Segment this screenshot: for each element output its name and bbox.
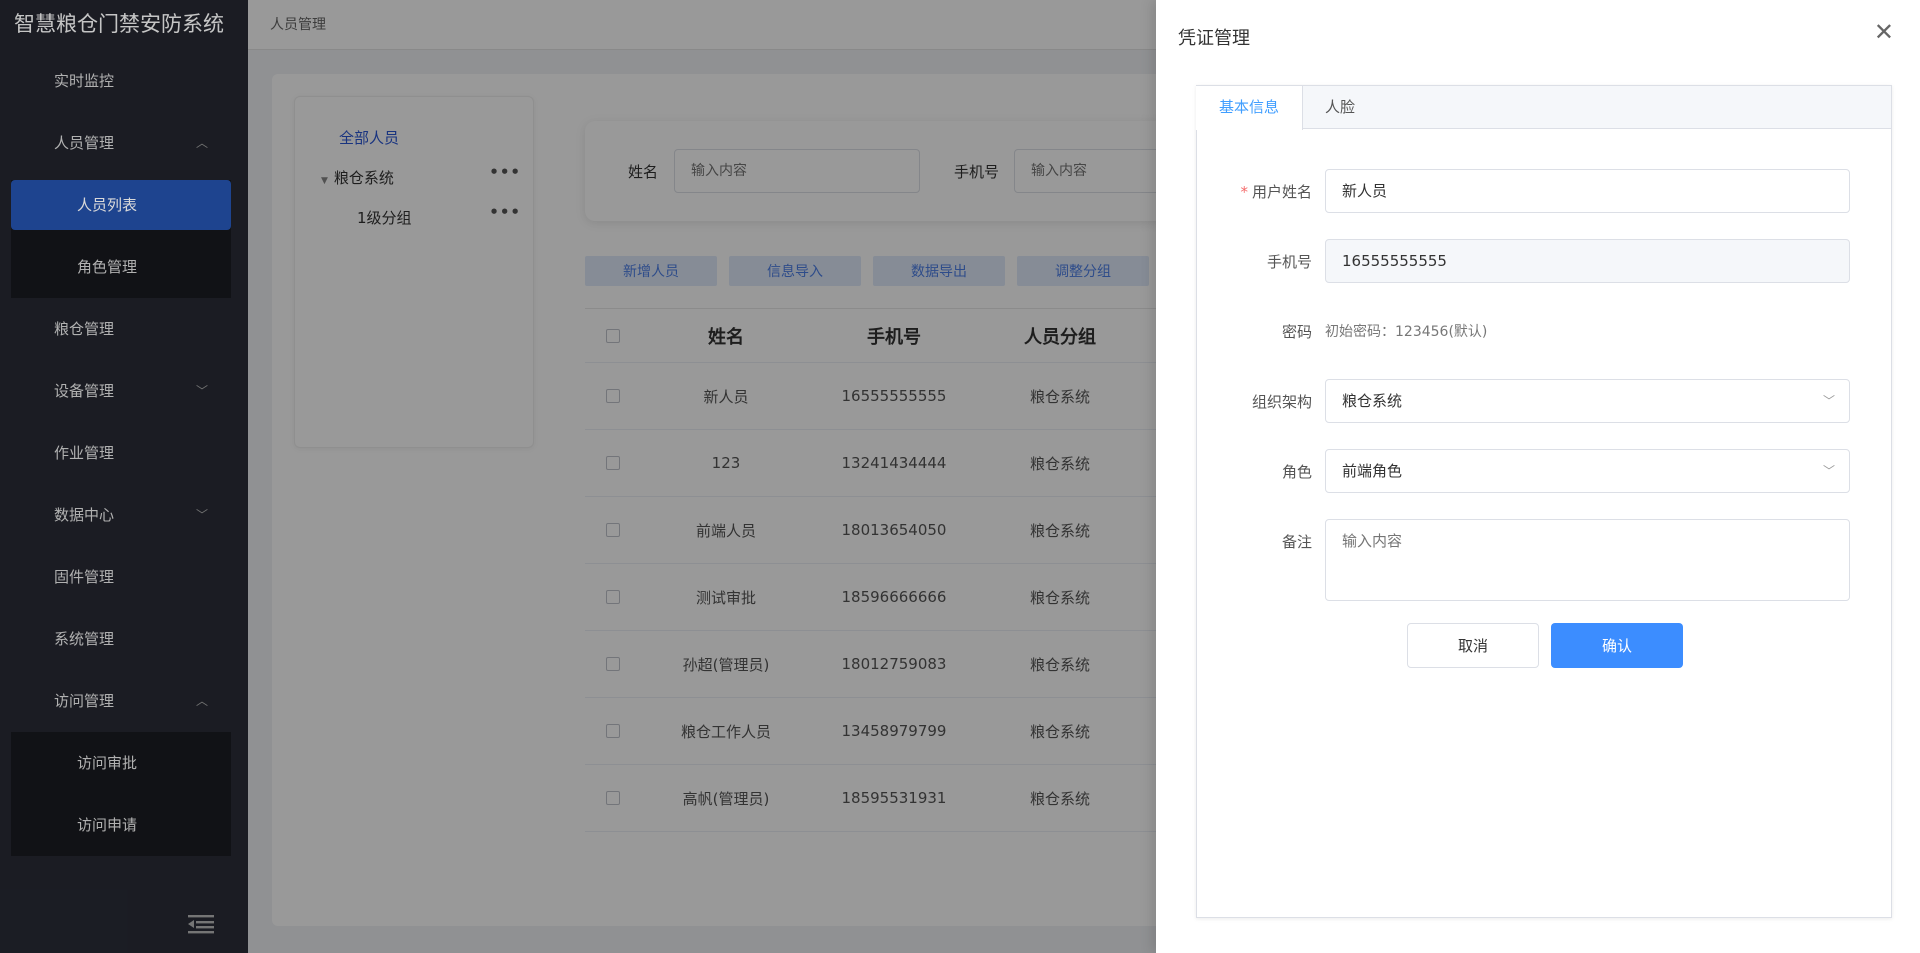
form-row-username: * 用户姓名 新人员	[1197, 169, 1893, 213]
role-label: 角色	[1281, 463, 1312, 481]
password-hint: 初始密码：123456(默认)	[1325, 324, 1488, 340]
close-icon[interactable]: ✕	[1874, 20, 1894, 44]
tab-basic-info[interactable]: 基本信息	[1196, 86, 1303, 130]
role-select-value: 前端角色	[1342, 462, 1403, 480]
modal-overlay[interactable]	[248, 0, 1156, 953]
chevron-down-icon: ﹀	[1822, 394, 1835, 408]
cancel-button[interactable]: 取消	[1407, 623, 1539, 668]
form-card: 基本信息 人脸 * 用户姓名 新人员 手机号 16555555555 密码 初始密…	[1196, 85, 1892, 918]
password-label: 密码	[1281, 323, 1312, 341]
org-label: 组织架构	[1251, 393, 1312, 411]
username-label-text: 用户姓名	[1251, 183, 1312, 201]
tab-bar: 基本信息 人脸	[1196, 86, 1891, 130]
form-row-org: 组织架构 粮仓系统 ﹀	[1197, 379, 1893, 423]
phone-label: 手机号	[1266, 253, 1312, 271]
org-select-value: 粮仓系统	[1342, 392, 1403, 410]
chevron-down-icon: ﹀	[1822, 464, 1835, 478]
org-select[interactable]: 粮仓系统 ﹀	[1325, 379, 1850, 423]
sidebar-overlay	[0, 0, 248, 953]
drawer-title: 凭证管理	[1178, 28, 1250, 49]
form-row-phone: 手机号 16555555555	[1197, 239, 1893, 283]
role-select[interactable]: 前端角色 ﹀	[1325, 449, 1850, 493]
form-row-password: 密码 初始密码：123456(默认)	[1197, 309, 1893, 353]
phone-field: 16555555555	[1325, 239, 1850, 283]
remark-label: 备注	[1281, 533, 1312, 551]
confirm-button[interactable]: 确认	[1551, 623, 1683, 668]
required-mark: *	[1240, 183, 1248, 201]
credential-drawer: 凭证管理 ✕ 基本信息 人脸 * 用户姓名 新人员 手机号 16555555555…	[1156, 0, 1920, 953]
username-field[interactable]: 新人员	[1325, 169, 1850, 213]
remark-textarea[interactable]	[1325, 519, 1850, 601]
form-row-role: 角色 前端角色 ﹀	[1197, 449, 1893, 493]
form-row-remark: 备注	[1197, 519, 1893, 601]
username-label: * 用户姓名	[1197, 181, 1312, 202]
tab-face[interactable]: 人脸	[1325, 86, 1355, 129]
